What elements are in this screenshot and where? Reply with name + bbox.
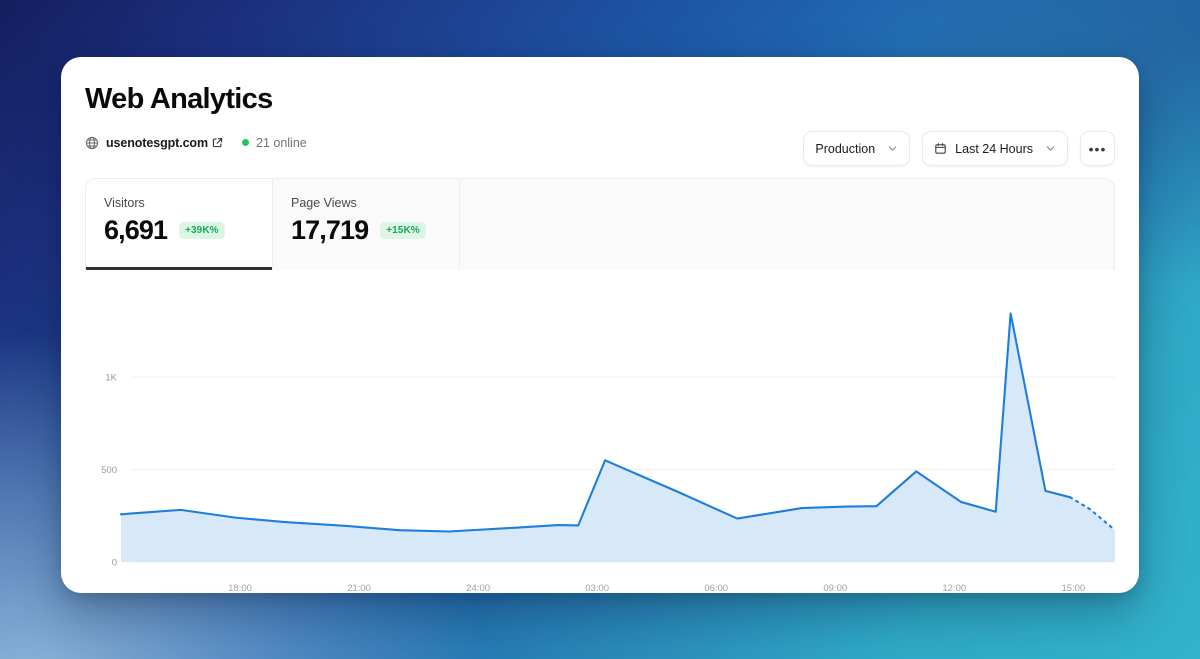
online-status: 21 online [242,136,307,150]
svg-text:18:00: 18:00 [228,583,252,593]
svg-text:24:00: 24:00 [466,583,490,593]
chart-x-axis-labels: 18:00 21:00 24:00 03:00 06:00 09:00 12:00 15:00 [228,583,1085,593]
stat-label: Visitors [104,195,145,210]
external-link-icon[interactable] [208,137,223,148]
environment-selector[interactable]: Production [803,131,911,166]
visitors-chart[interactable]: 0 500 1K 18:00 21:00 24:00 03:00 06:00 09:00 12:… [85,269,1115,593]
svg-text:1K: 1K [105,373,117,384]
stat-label: Page Views [291,195,357,210]
online-dot-icon [242,139,249,147]
svg-text:0: 0 [112,557,117,568]
date-range-selector[interactable]: Last 24 Hours [922,131,1068,166]
stat-value-row: 17,719 +15K% [291,216,441,244]
chart-canvas[interactable]: 0 500 1K 18:00 21:00 24:00 03:00 06:00 09:00 12:… [85,270,1115,593]
chevron-down-icon [1033,143,1056,154]
stat-delta-badge: +15K% [380,221,426,239]
svg-text:21:00: 21:00 [347,583,371,593]
environment-selector-label: Production [815,141,876,156]
chart-area-fill [121,313,1115,562]
ellipsis-icon: ••• [1088,140,1107,157]
svg-text:500: 500 [101,465,117,476]
page-title: Web Analytics [85,83,273,115]
stats-tabs: Visitors 6,691 +39K% Page Views 17,719 +… [85,177,1115,270]
date-range-label: Last 24 Hours [955,141,1033,156]
stat-value: 6,691 [104,214,168,245]
stats-empty-space [460,179,1114,270]
site-domain-link[interactable]: usenotesgpt.com [106,136,208,150]
stat-tab-page-views[interactable]: Page Views 17,719 +15K% [273,178,460,270]
toolbar: Production Last 24 Hours ••• [803,131,1115,166]
chart-y-axis-labels: 0 500 1K [101,373,118,569]
stat-value: 17,719 [291,214,369,245]
svg-text:03:00: 03:00 [585,583,609,593]
stat-delta-badge: +39K% [179,221,225,239]
svg-text:09:00: 09:00 [823,583,847,593]
chevron-down-icon [875,143,898,154]
stat-tab-visitors[interactable]: Visitors 6,691 +39K% [86,178,273,270]
svg-text:15:00: 15:00 [1061,583,1085,593]
svg-text:06:00: 06:00 [704,583,728,593]
more-options-button[interactable]: ••• [1080,131,1115,166]
online-count-label: 21 online [256,135,307,150]
calendar-icon [934,142,955,155]
globe-icon [85,136,99,150]
stat-value-row: 6,691 +39K% [104,216,254,244]
analytics-card: Web Analytics usenotesgpt.com 21 online … [61,57,1139,593]
svg-text:12:00: 12:00 [942,583,966,593]
